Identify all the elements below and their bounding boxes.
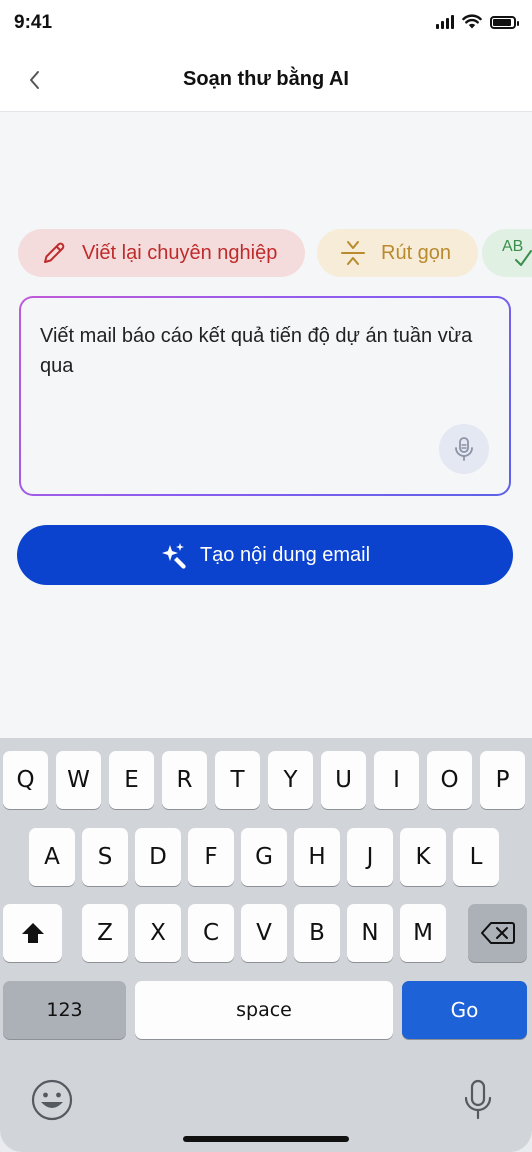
key-r[interactable]: R (162, 751, 207, 809)
key-s[interactable]: S (82, 828, 128, 886)
key-j[interactable]: J (347, 828, 393, 886)
wifi-icon (462, 14, 482, 29)
key-k[interactable]: K (400, 828, 446, 886)
key-g[interactable]: G (241, 828, 287, 886)
key-x[interactable]: X (135, 904, 181, 962)
key-w[interactable]: W (56, 751, 101, 809)
emoji-key[interactable] (30, 1078, 76, 1124)
key-i[interactable]: I (374, 751, 419, 809)
key-l[interactable]: L (453, 828, 499, 886)
key-o[interactable]: O (427, 751, 472, 809)
key-q[interactable]: Q (3, 751, 48, 809)
microphone-icon (464, 1079, 492, 1120)
generate-email-label: Tạo nội dung email (199, 543, 371, 566)
battery-icon (490, 16, 519, 29)
voice-input-button[interactable] (439, 424, 489, 474)
key-a[interactable]: A (29, 828, 75, 886)
status-bar: 9:41 (0, 0, 532, 48)
shift-key[interactable] (3, 904, 62, 962)
home-indicator (183, 1136, 349, 1142)
chip-rewrite-professional[interactable]: Viết lại chuyên nghiệp (18, 229, 305, 277)
dictation-key[interactable] (462, 1078, 496, 1124)
shift-arrow-icon (21, 923, 44, 943)
spellcheck-icon: AB (502, 238, 532, 268)
key-m[interactable]: M (400, 904, 446, 962)
key-f[interactable]: F (188, 828, 234, 886)
key-b[interactable]: B (294, 904, 340, 962)
onscreen-keyboard: 123 space Go QWERTYUIOP ASDFGHJKL ZXCVBNM (0, 738, 532, 1152)
prompt-textarea-inner: Viết mail báo cáo kết quả tiến độ dự án … (21, 298, 509, 494)
generate-email-button[interactable]: Tạo nội dung email (17, 525, 513, 585)
key-c[interactable]: C (188, 904, 234, 962)
key-e[interactable]: E (109, 751, 154, 809)
key-u[interactable]: U (321, 751, 366, 809)
suggestion-chips: Viết lại chuyên nghiệp Rút gọn AB (18, 229, 532, 277)
space-key[interactable]: space (135, 981, 393, 1039)
phone-screen: 9:41 Soạn thư bằng AI Viết lại chuyên ng… (0, 0, 532, 1152)
cellular-signal-icon (436, 15, 454, 29)
pencil-icon (40, 239, 68, 267)
key-p[interactable]: P (480, 751, 525, 809)
prompt-text: Viết mail báo cáo kết quả tiến độ dự án … (40, 325, 473, 377)
key-v[interactable]: V (241, 904, 287, 962)
sparkle-icon (160, 541, 188, 569)
status-icons (436, 14, 519, 29)
chip-label: Viết lại chuyên nghiệp (82, 241, 278, 264)
chip-spellcheck[interactable]: AB (482, 229, 532, 277)
key-h[interactable]: H (294, 828, 340, 886)
prompt-textarea[interactable]: Viết mail báo cáo kết quả tiến độ dự án … (19, 296, 511, 496)
go-key[interactable]: Go (402, 981, 527, 1039)
backspace-icon (480, 922, 515, 944)
key-d[interactable]: D (135, 828, 181, 886)
key-t[interactable]: T (215, 751, 260, 809)
key-y[interactable]: Y (268, 751, 313, 809)
key-z[interactable]: Z (82, 904, 128, 962)
page-title: Soạn thư bằng AI (183, 68, 349, 90)
compress-icon (339, 239, 367, 267)
chip-label: Rút gọn (381, 241, 452, 264)
emoji-icon (31, 1079, 73, 1121)
numbers-key[interactable]: 123 (3, 981, 126, 1039)
microphone-icon (455, 437, 473, 461)
chip-shorten[interactable]: Rút gọn (317, 229, 478, 277)
key-n[interactable]: N (347, 904, 393, 962)
status-time: 9:41 (14, 12, 53, 33)
backspace-key[interactable] (468, 904, 527, 962)
top-app-bar: Soạn thư bằng AI (0, 48, 532, 112)
